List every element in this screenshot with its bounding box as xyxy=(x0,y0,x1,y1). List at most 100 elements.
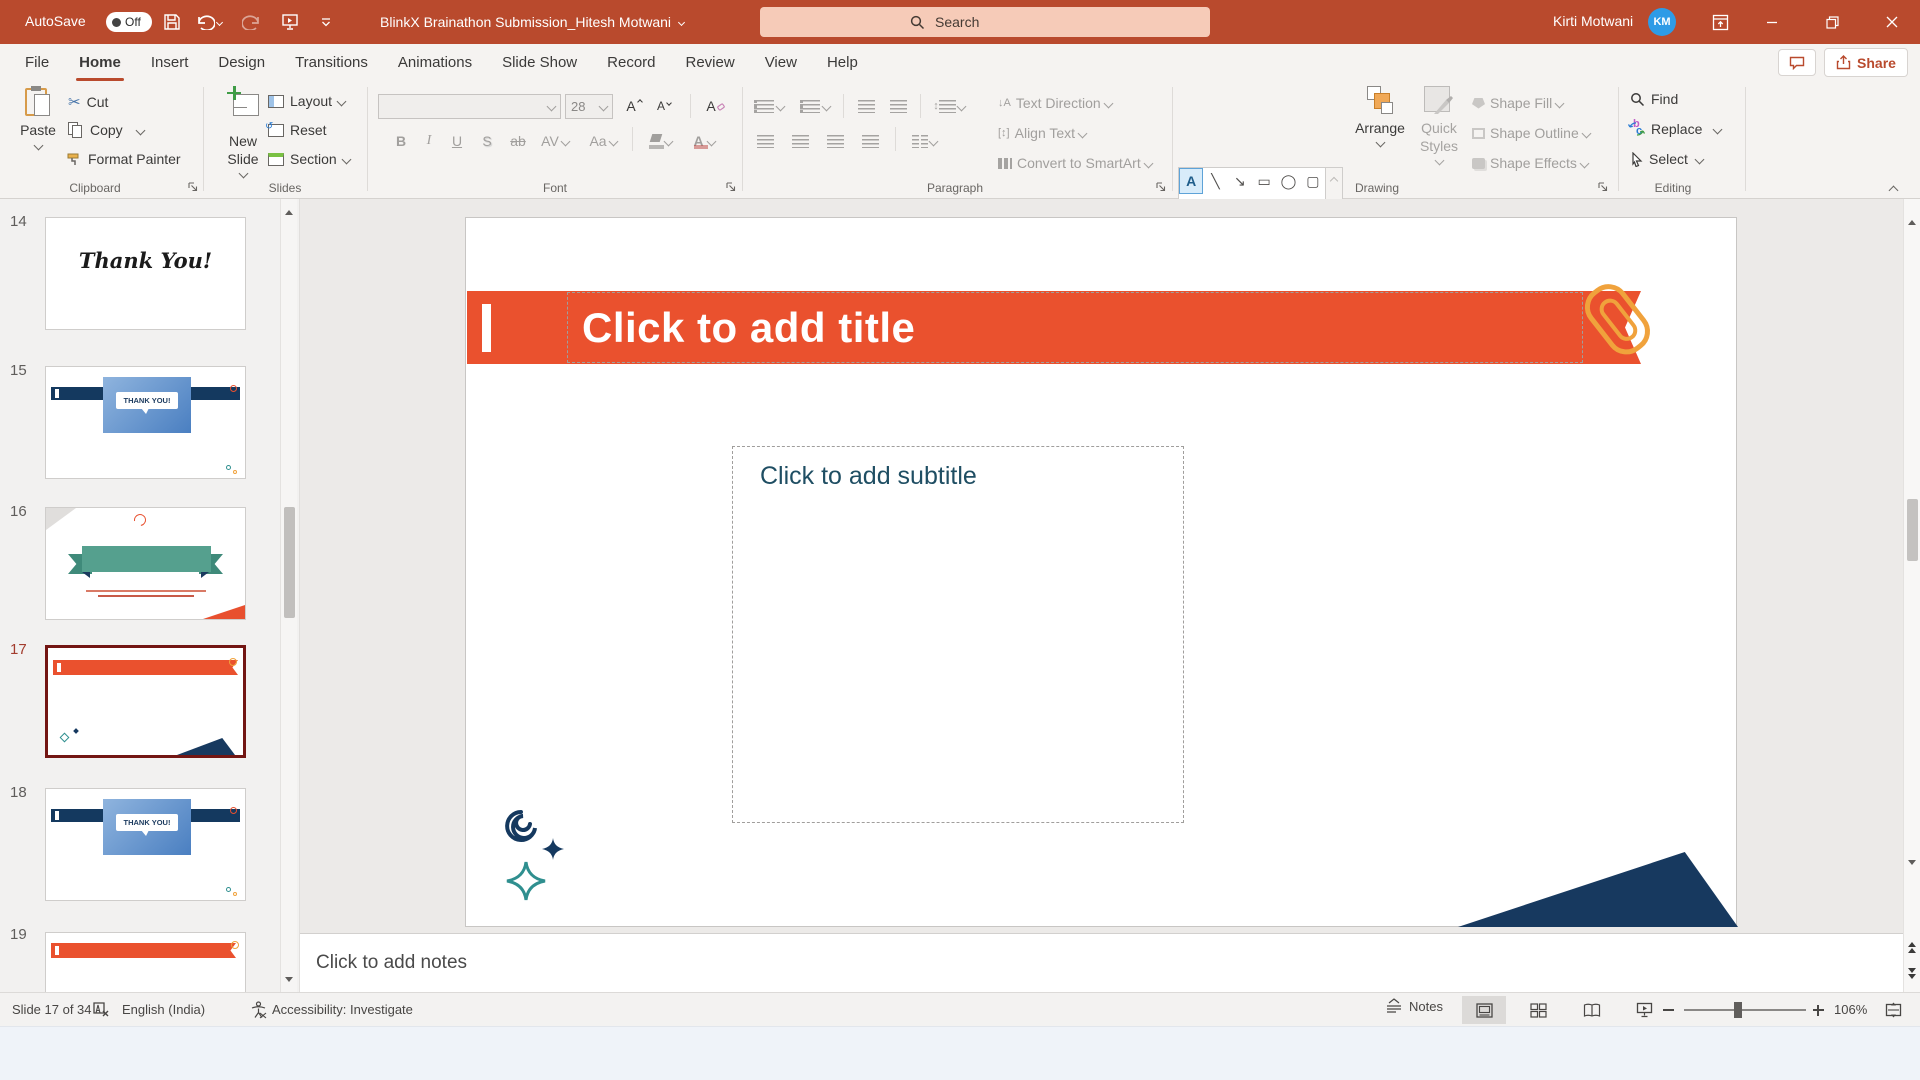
zoom-level[interactable]: 106% xyxy=(1834,1002,1867,1017)
shadow-button[interactable]: S xyxy=(476,129,498,153)
tab-help[interactable]: Help xyxy=(812,44,873,81)
clear-formatting-button[interactable]: A xyxy=(702,94,730,118)
slide-scrollbar-thumb[interactable] xyxy=(1907,499,1918,561)
slide-indicator[interactable]: Slide 17 of 34 xyxy=(12,1002,92,1017)
collapse-ribbon-button[interactable] xyxy=(1890,181,1897,197)
quick-styles-button[interactable]: Quick Styles xyxy=(1412,86,1466,164)
tab-review[interactable]: Review xyxy=(671,44,750,81)
user-name[interactable]: Kirti Motwani xyxy=(1553,13,1633,29)
font-size-combo[interactable]: 28 xyxy=(565,94,613,119)
slide-18-thumbnail[interactable]: THANK YOU! xyxy=(45,788,246,901)
accessibility-icon[interactable] xyxy=(250,1001,267,1019)
zoom-slider-thumb[interactable] xyxy=(1734,1002,1742,1018)
tab-home[interactable]: Home xyxy=(64,44,136,81)
replace-button[interactable]: bc Replace xyxy=(1628,121,1721,137)
slide-14-thumbnail[interactable]: Thank You! xyxy=(45,217,246,330)
language-indicator[interactable]: English (India) xyxy=(122,1002,205,1017)
document-title-menu[interactable]: BlinkX Brainathon Submission_Hitesh Motw… xyxy=(380,0,684,44)
shape-line-arrow-icon[interactable]: ↘ xyxy=(1228,168,1252,194)
title-placeholder[interactable]: Click to add title xyxy=(567,292,1583,363)
change-case-button[interactable]: Aa xyxy=(586,129,620,153)
convert-smartart-button[interactable]: Convert to SmartArt xyxy=(998,151,1152,175)
subtitle-placeholder[interactable]: Click to add subtitle xyxy=(732,446,1184,823)
slide-sorter-view-button[interactable] xyxy=(1516,996,1560,1024)
drawing-dialog-launcher[interactable] xyxy=(1598,182,1610,194)
tab-animations[interactable]: Animations xyxy=(383,44,487,81)
highlight-color-button[interactable] xyxy=(642,129,678,153)
section-button[interactable]: Section xyxy=(268,151,350,167)
slide-16-thumbnail[interactable] xyxy=(45,507,246,620)
accessibility-status[interactable]: Accessibility: Investigate xyxy=(272,1002,413,1017)
thumbnail-scroll-down-button[interactable] xyxy=(281,968,297,990)
align-center-button[interactable] xyxy=(787,129,813,153)
justify-button[interactable] xyxy=(857,129,883,153)
zoom-out-button[interactable] xyxy=(1656,996,1680,1024)
arrange-button[interactable]: Arrange xyxy=(1352,86,1408,146)
new-slide-button[interactable]: ​ New Slide xyxy=(214,86,272,177)
share-button[interactable]: Share xyxy=(1824,48,1908,77)
slide-scrollbar[interactable] xyxy=(1903,199,1920,992)
zoom-in-button[interactable] xyxy=(1806,996,1830,1024)
redo-button[interactable] xyxy=(238,8,266,36)
zoom-slider-track[interactable] xyxy=(1684,1009,1806,1011)
columns-button[interactable] xyxy=(905,129,943,153)
paragraph-dialog-launcher[interactable] xyxy=(1156,182,1168,194)
paste-button[interactable]: Paste xyxy=(12,86,64,149)
notes-button[interactable]: Notes xyxy=(1385,998,1443,1014)
shape-rectangle-icon[interactable]: ▭ xyxy=(1252,168,1276,194)
clipboard-dialog-launcher[interactable] xyxy=(188,182,200,194)
align-text-button[interactable]: [↕]Align Text xyxy=(998,121,1086,145)
thumbnail-scroll-up-button[interactable] xyxy=(281,201,297,223)
grow-font-button[interactable]: A xyxy=(621,94,647,118)
font-name-combo[interactable] xyxy=(378,94,561,119)
comments-button[interactable] xyxy=(1778,49,1816,76)
reset-button[interactable]: ↺ Reset xyxy=(268,122,327,138)
autosave-toggle[interactable]: Off xyxy=(106,12,152,32)
bullets-button[interactable] xyxy=(752,94,786,118)
strikethrough-button[interactable]: ab xyxy=(504,129,532,153)
decrease-indent-button[interactable] xyxy=(853,94,879,118)
ribbon-search-box[interactable]: Search xyxy=(760,7,1210,37)
slide-17-thumbnail[interactable] xyxy=(45,645,246,758)
font-color-button[interactable]: A xyxy=(686,129,722,153)
select-button[interactable]: Select xyxy=(1630,151,1703,167)
copy-button[interactable]: Copy xyxy=(68,122,144,138)
previous-slide-button[interactable] xyxy=(1904,935,1920,959)
align-left-button[interactable] xyxy=(752,129,778,153)
text-direction-button[interactable]: ↓AText Direction xyxy=(998,91,1112,115)
tab-view[interactable]: View xyxy=(750,44,812,81)
start-presentation-button[interactable] xyxy=(276,8,304,36)
character-spacing-button[interactable]: AV xyxy=(540,129,570,153)
align-right-button[interactable] xyxy=(822,129,848,153)
restore-button[interactable] xyxy=(1812,0,1852,44)
minimize-button[interactable] xyxy=(1752,0,1792,44)
slide-15-thumbnail[interactable]: THANK YOU! xyxy=(45,366,246,479)
tab-transitions[interactable]: Transitions xyxy=(280,44,383,81)
slide-scroll-down-button[interactable] xyxy=(1904,851,1920,873)
line-spacing-button[interactable]: ↕ xyxy=(930,94,968,118)
bold-button[interactable]: B xyxy=(390,129,412,153)
tab-slide-show[interactable]: Slide Show xyxy=(487,44,592,81)
slide-scroll-up-button[interactable] xyxy=(1904,211,1920,233)
close-button[interactable] xyxy=(1872,0,1912,44)
slide-19-thumbnail[interactable] xyxy=(45,932,246,992)
notes-pane[interactable]: Click to add notes xyxy=(300,933,1903,992)
reading-view-button[interactable] xyxy=(1570,996,1614,1024)
fit-slide-button[interactable] xyxy=(1878,996,1908,1024)
cut-button[interactable]: ✂Cut xyxy=(68,93,108,111)
save-button[interactable] xyxy=(158,8,186,36)
find-button[interactable]: Find xyxy=(1630,91,1678,107)
format-painter-button[interactable]: Format Painter xyxy=(66,151,181,167)
spellcheck-icon[interactable] xyxy=(92,1001,111,1018)
font-dialog-launcher[interactable] xyxy=(726,182,738,194)
thumbnail-scrollbar[interactable] xyxy=(280,199,297,992)
tab-file[interactable]: File xyxy=(10,44,64,81)
tab-record[interactable]: Record xyxy=(592,44,670,81)
shape-textbox-icon[interactable]: A xyxy=(1179,168,1203,194)
next-slide-button[interactable] xyxy=(1904,961,1920,985)
increase-indent-button[interactable] xyxy=(885,94,911,118)
customize-qat-button[interactable] xyxy=(312,8,340,36)
numbering-button[interactable] xyxy=(798,94,832,118)
shape-effects-button[interactable]: Shape Effects xyxy=(1472,151,1588,175)
shape-oval-icon[interactable]: ◯ xyxy=(1276,168,1300,194)
